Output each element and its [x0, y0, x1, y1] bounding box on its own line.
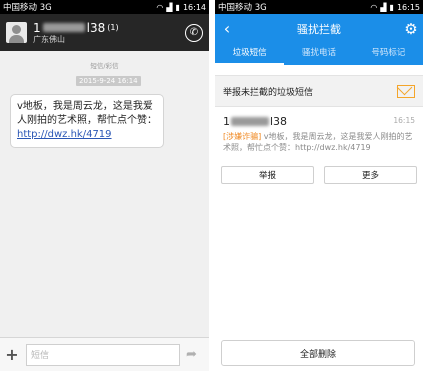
sms-time: 16:15	[393, 116, 415, 125]
status-bar: 中国移动 3G ◠ ▟ ▮ 16:14	[0, 0, 209, 14]
status-bar: 中国移动 3G ◠ ▟ ▮ 16:15	[215, 0, 423, 14]
tab-spam-sms[interactable]: 垃圾短信	[215, 43, 285, 65]
blocked-sms-item[interactable]: 1 l38 16:15 [涉嫌诈骗] v地板，我是周云龙，这是我爱人刚拍的艺术照…	[215, 107, 423, 153]
page-title: 骚扰拦截	[297, 22, 341, 36]
gear-icon[interactable]: ⚙	[399, 20, 423, 38]
wifi-icon: ◠	[156, 2, 164, 12]
message-timestamp: 2015-9-24 16:14	[76, 76, 141, 86]
message-count: (1)	[107, 22, 119, 32]
report-button[interactable]: 举报	[221, 166, 314, 184]
message-input[interactable]: 短信	[26, 343, 180, 366]
tab-harassment-calls[interactable]: 骚扰电话	[284, 43, 353, 65]
report-bar-label: 举报未拦截的垃圾短信	[223, 87, 314, 98]
fraud-tag: [涉嫌诈骗]	[223, 132, 262, 141]
send-icon[interactable]: ➦	[186, 347, 197, 362]
tab-number-tags[interactable]: 号码标记	[354, 43, 423, 65]
contact-number-prefix: 1	[33, 20, 41, 35]
message-link[interactable]: http://dwz.hk/4719	[17, 129, 112, 140]
blurred-digits	[231, 117, 269, 126]
sms-action-row: 举报 更多	[215, 166, 423, 184]
message-bubble[interactable]: v地板，我是周云龙，这是我爱人刚拍的艺术照，帮忙点个赞： http://dwz.…	[10, 94, 164, 148]
sms-conversation-screen: 中国移动 3G ◠ ▟ ▮ 16:14 1 l38 (1) 广东佛山 ✆ 短信/…	[0, 0, 209, 371]
status-time: 16:15	[396, 2, 420, 12]
battery-icon: ▮	[175, 2, 180, 12]
contact-location: 广东佛山	[33, 34, 65, 44]
report-unblocked-sms-row[interactable]: 举报未拦截的垃圾短信	[215, 75, 423, 107]
back-arrow-icon[interactable]: ‹	[215, 19, 239, 38]
add-attachment-icon[interactable]: +	[4, 345, 20, 364]
carrier-label: 中国移动 3G	[218, 3, 267, 13]
app-header: ‹ 骚扰拦截 ⚙	[215, 14, 423, 43]
blurred-digits	[42, 23, 85, 32]
message-text: v地板，我是周云龙，这是我爱人刚拍的艺术照，帮忙点个赞：	[17, 101, 157, 126]
sender-number-prefix: 1	[223, 115, 230, 128]
battery-icon: ▮	[389, 2, 394, 12]
harassment-block-screen: 中国移动 3G ◠ ▟ ▮ 16:15 ‹ 骚扰拦截 ⚙ 垃圾短信 骚扰电话 号…	[215, 0, 423, 371]
signal-icon: ▟	[166, 2, 173, 12]
status-time: 16:14	[182, 2, 206, 12]
call-button[interactable]: ✆	[185, 23, 203, 42]
contact-avatar-icon[interactable]	[6, 22, 27, 43]
contact-info[interactable]: 1 l38 (1) 广东佛山	[33, 21, 185, 45]
sender-number-suffix: l38	[270, 115, 288, 128]
contact-number-suffix: l38	[86, 20, 106, 35]
compose-bar: + 短信 ➦	[0, 337, 209, 371]
delete-all-button[interactable]: 全部删除	[221, 340, 415, 366]
phone-icon: ✆	[189, 27, 199, 38]
envelope-icon	[397, 84, 415, 98]
more-button[interactable]: 更多	[324, 166, 417, 184]
tab-bar: 垃圾短信 骚扰电话 号码标记	[215, 43, 423, 65]
message-type-label: 短信/彩信	[90, 62, 119, 70]
conversation-header: 1 l38 (1) 广东佛山 ✆	[0, 14, 209, 51]
wifi-icon: ◠	[370, 2, 378, 12]
signal-icon: ▟	[380, 2, 387, 12]
carrier-label: 中国移动 3G	[3, 3, 52, 13]
